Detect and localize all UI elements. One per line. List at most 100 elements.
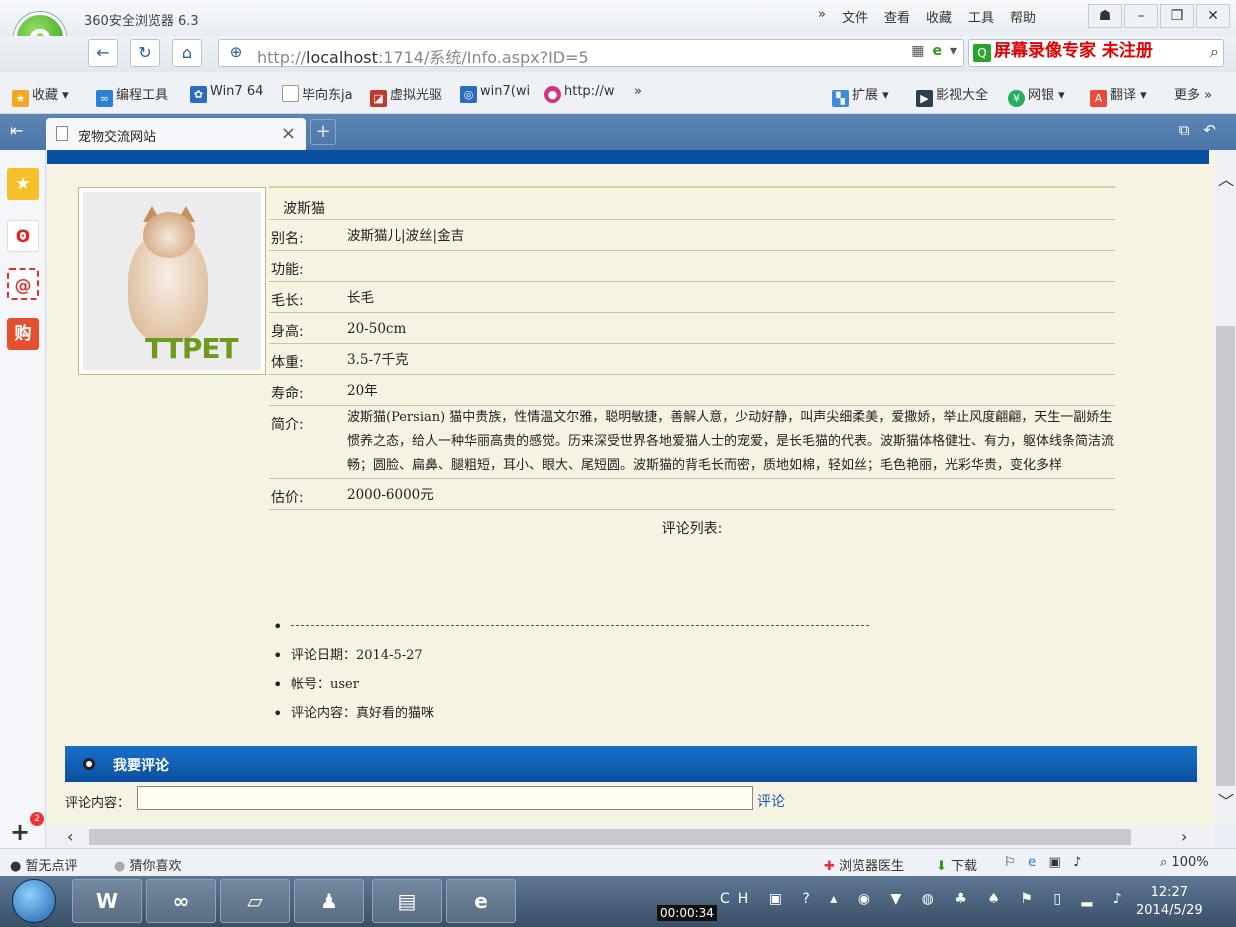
- address-bar[interactable]: ⊕ http://localhost:1714/系统/Info.aspx?ID=…: [218, 39, 964, 67]
- menu-file[interactable]: 文件: [842, 7, 868, 26]
- shield-icon: ⊕: [229, 43, 243, 61]
- review-status[interactable]: ● 暂无点评: [10, 855, 78, 874]
- sound-icon[interactable]: ♪: [1073, 855, 1081, 870]
- globe-icon: ◎: [460, 86, 477, 103]
- shopping-icon[interactable]: 购: [7, 318, 39, 350]
- menu-favorites[interactable]: 收藏: [926, 7, 952, 26]
- engine-e-icon[interactable]: e: [932, 43, 942, 59]
- undo-close-icon[interactable]: ↶: [1203, 121, 1216, 139]
- menu-help[interactable]: 帮助: [1010, 7, 1036, 26]
- tab-pet-site[interactable]: 宠物交流网站 ×: [46, 118, 306, 150]
- comment-form: 评论内容： 评论: [65, 786, 965, 812]
- dropdown-icon[interactable]: ▾: [950, 43, 957, 59]
- close-button[interactable]: ✕: [1196, 4, 1230, 28]
- new-tab-button[interactable]: +: [310, 119, 336, 145]
- vertical-scrollbar[interactable]: ︿ ﹀: [1215, 150, 1236, 826]
- browser-task[interactable]: e: [446, 879, 516, 923]
- bookmark-favorites[interactable]: ★ 收藏 ▾: [12, 84, 69, 107]
- add-icon[interactable]: +: [10, 818, 30, 846]
- weibo-icon[interactable]: ʘ: [7, 220, 39, 252]
- recording-timer: 00:00:34: [657, 905, 717, 921]
- bookmarks-bar: ★ 收藏 ▾ ∞ 编程工具 ✿ Win7 64 毕向东ja ◪ 虚拟光驱 ◎ win7(w…: [0, 72, 1236, 114]
- skin-icon[interactable]: ☗: [1088, 4, 1122, 28]
- bookmarks-more[interactable]: »: [634, 84, 642, 99]
- bookmark-bixiangdong[interactable]: 毕向东ja: [282, 84, 353, 103]
- system-clock[interactable]: 12:27 2014/5/29: [1136, 884, 1203, 920]
- dot-icon: ●: [114, 859, 126, 874]
- sidebar-toggle-icon[interactable]: ⇤: [10, 121, 23, 140]
- media-task[interactable]: ♟: [294, 879, 364, 923]
- comment-separator: [273, 612, 873, 641]
- info-row-intro: 简介: 波斯猫(Persian) 猫中贵族，性情温文尔雅，聪明敏捷，善解人意，少动…: [269, 406, 1115, 479]
- scroll-up-icon[interactable]: ︿: [1218, 166, 1234, 190]
- minimize-button[interactable]: –: [1124, 4, 1158, 28]
- more-button[interactable]: 更多 »: [1174, 84, 1212, 103]
- menu-view[interactable]: 查看: [884, 7, 910, 26]
- menu-more[interactable]: »: [818, 7, 826, 26]
- bookmark-virtual-drive[interactable]: ◪ 虚拟光驱: [370, 84, 442, 107]
- address-tools: ▦ e ▾: [911, 43, 957, 59]
- candy-icon: ●: [544, 86, 561, 103]
- search-icon[interactable]: ⌕: [1210, 42, 1219, 62]
- menu-bar: » 文件 查看 收藏 工具 帮助: [818, 7, 1036, 26]
- scroll-right-icon[interactable]: ›: [1181, 827, 1187, 846]
- comment-list: 评论日期：2014-5-27 帐号：user 评论内容：真好看的猫咪: [273, 612, 873, 728]
- scroll-left-icon[interactable]: ‹: [67, 827, 73, 846]
- tab-title: 宠物交流网站: [78, 130, 157, 145]
- bank-button[interactable]: ¥ 网银 ▾: [1008, 84, 1065, 107]
- translate-button[interactable]: A 翻译 ▾: [1090, 84, 1147, 107]
- vertical-scroll-thumb[interactable]: [1216, 326, 1235, 786]
- menu-tools[interactable]: 工具: [968, 7, 994, 26]
- status-tool-icons: ⚐ e ▣ ♪: [1004, 855, 1081, 870]
- comment-content: 评论内容：真好看的猫咪: [273, 699, 873, 728]
- back-icon[interactable]: ←: [88, 39, 118, 67]
- scroll-down-icon[interactable]: ﹀: [1218, 788, 1234, 812]
- bookmark-tools[interactable]: ∞ 编程工具: [96, 84, 168, 107]
- system-tray-icons: CH ▣ ? ▴ ◉ ▼ ◍ ♣ ♠ ⚑ ▯ ▂ ♪: [720, 891, 1130, 907]
- word-task[interactable]: W: [72, 879, 142, 923]
- mail-icon[interactable]: @: [7, 268, 39, 300]
- favorites-star-icon[interactable]: ★: [7, 168, 39, 200]
- vs-task[interactable]: ∞: [146, 879, 216, 923]
- recommend-status[interactable]: ● 猜你喜欢: [114, 855, 182, 874]
- refresh-icon[interactable]: ↻: [130, 39, 160, 67]
- close-icon[interactable]: ×: [281, 123, 296, 144]
- bookmark-http[interactable]: ● http://w: [544, 84, 614, 103]
- title-bar: 360安全浏览器 6.3 » 文件 查看 收藏 工具 帮助 ☗ – ❐ ✕: [0, 0, 1236, 36]
- notification-badge: 2: [30, 812, 44, 826]
- pet-name: 波斯猫: [269, 186, 1115, 220]
- explorer-task[interactable]: ▤: [372, 879, 442, 923]
- qrcode-icon[interactable]: ▦: [911, 43, 924, 59]
- horizontal-scroll-thumb[interactable]: [89, 829, 1131, 845]
- comment-list-heading: 评论列表:: [661, 521, 723, 537]
- home-icon[interactable]: ⌂: [172, 39, 202, 67]
- bookmark-win7[interactable]: ✿ Win7 64: [190, 84, 263, 103]
- bank-icon: ¥: [1008, 90, 1025, 107]
- extensions-button[interactable]: ▚ 扩展 ▾: [832, 84, 889, 107]
- bookmark-win7wi[interactable]: ◎ win7(wi: [460, 84, 530, 103]
- left-sidebar: ★ ʘ @ 购 + 2: [0, 150, 46, 850]
- tab-list-icon[interactable]: ⧉: [1179, 121, 1190, 139]
- video-button[interactable]: ▶ 影视大全: [916, 84, 988, 107]
- url-text[interactable]: http://localhost:1714/系统/Info.aspx?ID=5: [257, 44, 589, 68]
- start-button[interactable]: [12, 879, 56, 923]
- search-engine-icon[interactable]: Q: [973, 44, 991, 62]
- flag-icon[interactable]: ⚐: [1004, 855, 1016, 870]
- windows-taskbar: W ∞ ▱ ♟ ▤ e 00:00:34 CH ▣ ? ▴ ◉ ▼ ◍ ♣ ♠ …: [0, 876, 1236, 927]
- window-icon[interactable]: ▣: [1048, 855, 1060, 870]
- doctor-icon: ✚: [824, 859, 835, 874]
- download-button[interactable]: ⬇ 下载: [936, 855, 977, 874]
- ttpet-logo: TTPET: [145, 332, 239, 365]
- bullet-icon: [83, 758, 95, 770]
- zoom-level[interactable]: ⌕ 100%: [1160, 855, 1209, 870]
- comment-submit-button[interactable]: 评论: [757, 791, 785, 811]
- browser-doctor[interactable]: ✚ 浏览器医生: [824, 855, 904, 874]
- paw-icon: ✿: [190, 86, 207, 103]
- notepad-task[interactable]: ▱: [220, 879, 290, 923]
- comment-input-label: 评论内容：: [65, 796, 131, 811]
- code-icon: ∞: [96, 90, 113, 107]
- restore-button[interactable]: ❐: [1160, 4, 1194, 28]
- ie-icon[interactable]: e: [1028, 855, 1036, 870]
- comment-input[interactable]: [137, 786, 753, 810]
- horizontal-scrollbar[interactable]: ‹ ›: [47, 826, 1215, 848]
